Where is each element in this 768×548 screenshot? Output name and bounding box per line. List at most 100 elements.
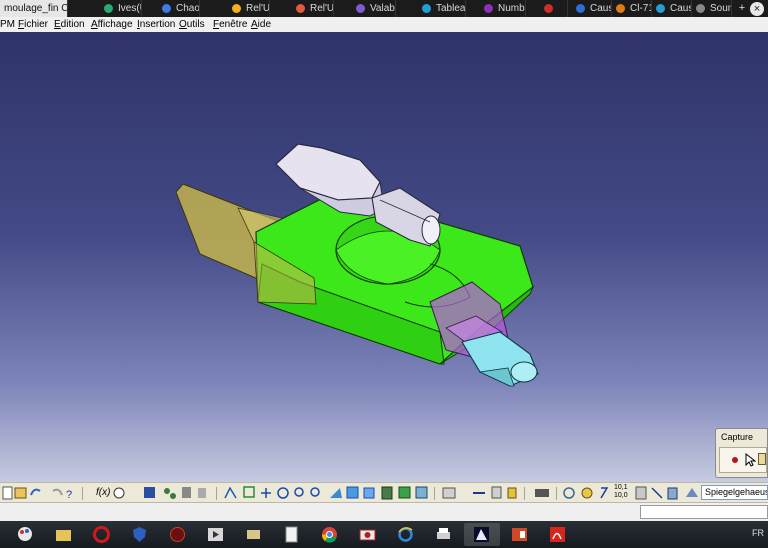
menu-bar: PM Fichier Edition Affichage Insertion O…: [0, 17, 768, 33]
menu-aide[interactable]: Aide: [251, 17, 271, 32]
menu-fichier[interactable]: Fichier: [18, 17, 48, 32]
acrobat-icon: [550, 527, 565, 542]
menu-fenetre[interactable]: Fenêtre: [213, 17, 247, 32]
powerpoint-button[interactable]: [502, 523, 538, 546]
redo-icon[interactable]: [52, 488, 63, 496]
bottle-icon[interactable]: [507, 487, 517, 499]
pan-icon[interactable]: [261, 488, 271, 498]
units-icon[interactable]: 10,1 10,0: [614, 484, 628, 500]
tab-2[interactable]: Chaoui: [158, 0, 200, 17]
chrome-button[interactable]: [312, 523, 348, 546]
opera-button[interactable]: [84, 523, 120, 546]
catia-icon: [474, 527, 489, 542]
tab-7[interactable]: Numba: [480, 0, 526, 17]
rotate-icon[interactable]: [277, 487, 289, 499]
new-tab-button[interactable]: +: [734, 1, 750, 16]
paint-app-button[interactable]: [8, 523, 44, 546]
command-input[interactable]: [640, 505, 768, 519]
open-folder-icon[interactable]: [14, 487, 27, 499]
zoom-out-icon[interactable]: [310, 487, 320, 497]
geometry-icon[interactable]: [686, 488, 698, 497]
undo-icon[interactable]: [30, 488, 41, 496]
tab-3[interactable]: Rel'U: [228, 0, 270, 17]
tab-label: Valable: [370, 3, 395, 14]
fit-all-icon[interactable]: [243, 486, 255, 498]
internet-explorer-button[interactable]: [388, 523, 424, 546]
book-icon: [247, 530, 260, 539]
normal-view-icon[interactable]: [330, 488, 342, 498]
menu-label: ide: [257, 19, 272, 30]
menu-mnemonic: O: [179, 19, 187, 30]
whats-this-icon[interactable]: ?: [66, 489, 72, 501]
shading-icon[interactable]: [381, 486, 393, 500]
record-icon[interactable]: [732, 457, 738, 463]
sketch-icon[interactable]: [581, 487, 593, 499]
axis-icon[interactable]: [563, 487, 575, 499]
ebook-reader-button[interactable]: [236, 523, 272, 546]
measure-inertia-icon[interactable]: [491, 486, 502, 499]
media-player-button[interactable]: [198, 523, 234, 546]
close-button[interactable]: ×: [750, 2, 764, 16]
menu-edition[interactable]: Edition: [54, 17, 85, 32]
speech-bubble-icon[interactable]: [113, 487, 125, 499]
menu-affichage[interactable]: Affichage: [91, 17, 133, 32]
swap-visible-icon[interactable]: [415, 486, 428, 499]
tab-11[interactable]: Cause: [652, 0, 692, 17]
3d-viewport[interactable]: [0, 32, 768, 482]
chrome-icon: [321, 527, 337, 543]
knowledge-icon[interactable]: [182, 487, 191, 498]
fly-mode-icon[interactable]: [224, 486, 237, 499]
zoom-in-icon[interactable]: [294, 487, 304, 497]
grid-icon[interactable]: [635, 486, 647, 500]
tab-favicon-icon: [296, 4, 305, 13]
tab-moulage-fin[interactable]: moulage_fin CATPart: [0, 0, 68, 17]
file-explorer-button[interactable]: [46, 523, 82, 546]
table-icon[interactable]: [144, 487, 155, 498]
tab-4[interactable]: Rel'U: [292, 0, 334, 17]
catia-button[interactable]: [464, 523, 500, 546]
tab-10[interactable]: Cl-71: [612, 0, 652, 17]
camera-icon: [359, 529, 376, 541]
part-selector-combo[interactable]: Spiegelgehaeuse_Ha: [701, 485, 768, 500]
menu-label: nsertion: [139, 19, 176, 30]
tab-5[interactable]: Valable: [352, 0, 396, 17]
printer-button[interactable]: [426, 523, 462, 546]
tab-favicon-icon: [162, 4, 171, 13]
menu-label: utils: [186, 19, 205, 30]
tab-label: Rel'U: [246, 3, 270, 14]
camera-icon[interactable]: [535, 489, 549, 497]
tab-favicon-icon: [656, 4, 665, 13]
tab-1[interactable]: Ives(U: [100, 0, 142, 17]
game-app-button[interactable]: [160, 523, 196, 546]
language-indicator[interactable]: FR: [752, 528, 764, 538]
video-recorder-button[interactable]: [350, 523, 386, 546]
multi-view-icon[interactable]: [346, 486, 359, 499]
tab-6[interactable]: Tableau: [418, 0, 466, 17]
snap-icon[interactable]: [600, 487, 609, 499]
iso-view-icon[interactable]: [363, 487, 375, 499]
tab-favicon-icon: [696, 4, 705, 13]
menu-insertion[interactable]: Insertion: [137, 17, 175, 32]
construction-icon[interactable]: [651, 487, 663, 499]
tab-8[interactable]: [540, 0, 568, 17]
dimension-icon[interactable]: [667, 487, 678, 500]
parameter-tree-icon[interactable]: [164, 488, 170, 494]
taskbar: FR: [0, 521, 768, 548]
formula-button[interactable]: f(x): [96, 487, 110, 498]
menu-mnemonic: E: [54, 19, 61, 30]
menu-outils[interactable]: Outils: [179, 17, 205, 32]
tab-12[interactable]: Sound: [692, 0, 732, 17]
notepad-button[interactable]: [274, 523, 310, 546]
hide-show-icon[interactable]: [398, 486, 411, 499]
tab-label: Numba: [498, 3, 525, 14]
law-icon[interactable]: [198, 488, 206, 498]
antivirus-button[interactable]: [122, 523, 158, 546]
update-icon[interactable]: [442, 487, 456, 499]
capture-album-icon[interactable]: [758, 453, 766, 465]
opera-icon: [93, 526, 110, 543]
tab-9[interactable]: Cause: [572, 0, 612, 17]
acrobat-button[interactable]: [540, 523, 576, 546]
powerpoint-icon: [512, 528, 527, 541]
new-document-icon[interactable]: [2, 486, 13, 500]
select-arrow-icon[interactable]: [745, 453, 756, 467]
